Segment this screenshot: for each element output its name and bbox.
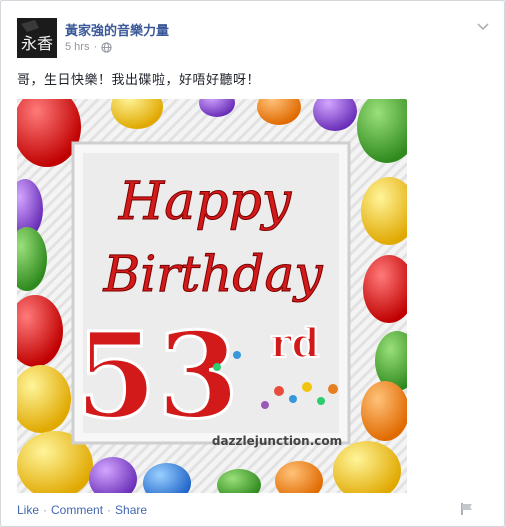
page-avatar[interactable]: 永香 xyxy=(17,18,57,58)
post-text: 哥，生日快樂！我出碟啦，好唔好聽呀！ xyxy=(17,72,261,87)
feed-post: 永香 黃家強的音樂力量 5 hrs · 哥，生日快樂！我出碟啦，好唔好聽呀！ H… xyxy=(0,0,505,527)
like-link[interactable]: Like xyxy=(17,503,39,517)
birthday-image: Happy Birthday 53 rd dazzlejunction.com xyxy=(17,99,407,493)
post-actions: Like · Comment · Share xyxy=(17,503,147,517)
action-separator: · xyxy=(107,503,112,517)
post-meta: 5 hrs · xyxy=(65,41,112,53)
birthday-line-2: Birthday xyxy=(103,245,324,303)
post-photo[interactable]: Happy Birthday 53 rd dazzlejunction.com xyxy=(17,99,407,493)
avatar-image: 永香 xyxy=(17,18,57,58)
post-options-chevron-icon[interactable] xyxy=(476,19,490,33)
share-link[interactable]: Share xyxy=(115,503,147,517)
post-timestamp[interactable]: 5 hrs xyxy=(65,41,89,53)
globe-icon[interactable] xyxy=(101,41,112,53)
action-separator: · xyxy=(43,503,48,517)
comment-link[interactable]: Comment xyxy=(51,503,103,517)
flag-icon[interactable] xyxy=(460,502,474,516)
birthday-number: 53 xyxy=(75,306,239,445)
birthday-suffix: rd xyxy=(270,320,319,367)
meta-separator: · xyxy=(93,41,98,53)
image-watermark: dazzlejunction.com xyxy=(212,434,342,448)
page-name-link[interactable]: 黃家強的音樂力量 xyxy=(65,20,169,39)
birthday-line-1: Happy xyxy=(118,172,292,232)
avatar-text: 永香 xyxy=(21,34,53,53)
